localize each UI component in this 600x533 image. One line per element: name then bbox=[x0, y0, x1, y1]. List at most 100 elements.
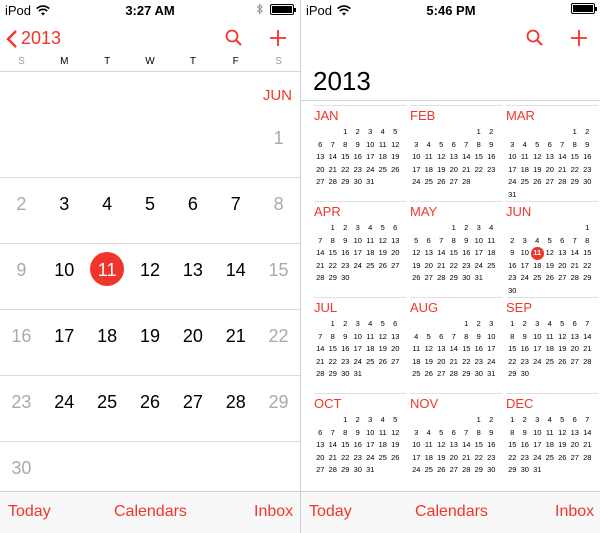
mini-day: 31 bbox=[366, 177, 375, 186]
mini-day: 8 bbox=[343, 427, 348, 437]
mini-month-name: APR bbox=[314, 204, 341, 219]
mini-month[interactable]: APR 1 2 3 4 5 6 7 8 9 10 11 12 13 14 15 16 17 18 19 20 21 22 23… bbox=[314, 201, 408, 285]
mini-month[interactable]: JAN 1 2 3 4 5 6 7 8 9 10 11 12 13 14 15 16 17 18 19 20 21 22 23… bbox=[314, 105, 408, 189]
mini-month[interactable]: MAY 1 2 3 4 5 6 7 8 9 10 11 12 13 14 15 16 17 18 19 20 21 22 23… bbox=[410, 201, 504, 285]
day-cell[interactable]: 25 bbox=[86, 392, 129, 413]
day-cell[interactable]: 27 bbox=[171, 392, 214, 413]
mini-day: 27 bbox=[570, 452, 579, 462]
day-cell[interactable]: 16 bbox=[0, 326, 43, 347]
mini-day: 6 bbox=[439, 331, 444, 341]
day-cell[interactable]: 8 bbox=[257, 194, 300, 215]
mini-month[interactable]: DEC 1 2 3 4 5 6 7 8 9 10 11 12 13 14 15 16 17 18 19 20 21 22 23… bbox=[506, 393, 600, 477]
search-icon[interactable] bbox=[224, 28, 244, 48]
mini-day: 26 bbox=[558, 452, 567, 462]
inbox-button[interactable]: Inbox bbox=[555, 503, 594, 521]
mini-day: 19 bbox=[391, 152, 400, 161]
search-icon[interactable] bbox=[525, 28, 545, 48]
mini-day: 9 bbox=[343, 331, 348, 341]
mini-day: 29 bbox=[474, 465, 483, 474]
day-cell[interactable]: 17 bbox=[43, 326, 86, 347]
mini-month[interactable]: OCT 1 2 3 4 5 6 7 8 9 10 11 12 13 14 15 16 17 18 19 20 21 22 23… bbox=[314, 393, 408, 477]
mini-day: 29 bbox=[508, 369, 517, 378]
day-cell[interactable]: 15 bbox=[257, 260, 300, 281]
mini-month-days: 1 2 3 4 5 6 7 8 9 10 11 12 13 14 15 16 17 18 19 20 21 22 23 24 2… bbox=[506, 222, 600, 297]
plus-icon[interactable] bbox=[268, 28, 288, 48]
day-cell[interactable]: 28 bbox=[214, 392, 257, 413]
mini-day: 7 bbox=[585, 415, 590, 424]
mini-day: 8 bbox=[330, 331, 335, 341]
day-cell[interactable]: 30 bbox=[0, 458, 43, 479]
day-cell[interactable]: 5 bbox=[129, 194, 172, 215]
mini-day: 9 bbox=[355, 139, 360, 149]
mini-day: 28 bbox=[437, 273, 446, 282]
mini-day: 20 bbox=[316, 452, 325, 462]
mini-month[interactable]: JUN 1 2 3 4 5 6 7 8 9 10 11 12 13 14 15 16 17 18 19 20 21 22 23… bbox=[506, 201, 600, 297]
inbox-button[interactable]: Inbox bbox=[254, 503, 293, 521]
day-cell[interactable]: 7 bbox=[214, 194, 257, 215]
day-cell[interactable]: 29 bbox=[257, 392, 300, 413]
mini-day: 23 bbox=[520, 452, 529, 462]
mini-month[interactable]: MAR 1 2 3 4 5 6 7 8 9 10 11 12 13 14 15 16 17 18 19 20 21 22 23… bbox=[506, 105, 600, 201]
day-cell[interactable]: 24 bbox=[43, 392, 86, 413]
empty-cell bbox=[448, 414, 461, 427]
mini-month[interactable]: FEB 1 2 3 4 5 6 7 8 9 10 11 12 13 14 15 16 17 18 19 20 21 22 23… bbox=[410, 105, 504, 189]
day-cell[interactable]: 18 bbox=[86, 326, 129, 347]
day-cell[interactable]: 22 bbox=[257, 326, 300, 347]
mini-day: 25 bbox=[545, 356, 554, 366]
mini-day: 6 bbox=[572, 319, 577, 328]
day-cell[interactable]: 23 bbox=[0, 392, 43, 413]
mini-day: 9 bbox=[522, 331, 527, 341]
today-button[interactable]: Today bbox=[309, 503, 352, 521]
day-cell[interactable]: 1 bbox=[257, 128, 300, 149]
mini-day: 30 bbox=[474, 369, 483, 378]
day-cell[interactable]: 26 bbox=[129, 392, 172, 413]
mini-day: 13 bbox=[424, 248, 433, 257]
mini-day: 25 bbox=[366, 260, 375, 270]
status-time: 5:46 PM bbox=[426, 3, 476, 18]
month-divider bbox=[506, 105, 598, 106]
mini-day: 7 bbox=[464, 427, 469, 437]
mini-month[interactable]: SEP 1 2 3 4 5 6 7 8 9 10 11 12 13 14 15 16 17 18 19 20 21 22 23… bbox=[506, 297, 600, 381]
mini-month[interactable]: NOV 1 2 3 4 5 6 7 8 9 10 11 12 13 14 15 16 17 18 19 20 21 22 23… bbox=[410, 393, 504, 477]
day-cell[interactable]: 20 bbox=[171, 326, 214, 347]
day-cell[interactable]: 4 bbox=[86, 194, 129, 215]
mini-day: 6 bbox=[318, 139, 323, 149]
day-cell[interactable]: 14 bbox=[214, 260, 257, 281]
mini-month[interactable]: JUL 1 2 3 4 5 6 7 8 9 10 11 12 13 14 15 16 17 18 19 20 21 22 23… bbox=[314, 297, 408, 381]
mini-day: 30 bbox=[487, 465, 496, 474]
day-cell[interactable]: 10 bbox=[43, 260, 86, 281]
mini-day: 6 bbox=[451, 139, 456, 149]
mini-day: 3 bbox=[368, 127, 373, 136]
mini-month[interactable]: AUG 1 2 3 4 5 6 7 8 9 10 11 12 13 14 15 16 17 18 19 20 21 22 23… bbox=[410, 297, 504, 381]
mini-day: 17 bbox=[366, 440, 375, 449]
mini-day: 10 bbox=[533, 331, 542, 341]
back-to-year-button[interactable]: 2013 bbox=[6, 28, 61, 49]
day-cell-today[interactable]: 11 bbox=[86, 260, 129, 281]
day-cell[interactable]: 2 bbox=[0, 194, 43, 215]
calendars-button[interactable]: Calendars bbox=[415, 503, 488, 521]
day-cell[interactable]: 6 bbox=[171, 194, 214, 215]
mini-day: 22 bbox=[449, 260, 458, 270]
day-cell[interactable]: 13 bbox=[171, 260, 214, 281]
today-button[interactable]: Today bbox=[8, 503, 51, 521]
mini-day: 20 bbox=[558, 260, 567, 270]
mini-day: 22 bbox=[341, 452, 350, 462]
mini-day: 12 bbox=[533, 152, 542, 161]
mini-day: 23 bbox=[487, 164, 496, 174]
day-cell[interactable]: 19 bbox=[129, 326, 172, 347]
day-cell[interactable]: 12 bbox=[129, 260, 172, 281]
mini-day: 1 bbox=[343, 415, 348, 424]
weekday-label: S bbox=[275, 56, 282, 67]
calendars-button[interactable]: Calendars bbox=[114, 503, 187, 521]
day-cell[interactable]: 9 bbox=[0, 260, 43, 281]
mini-day: 4 bbox=[426, 139, 431, 149]
plus-icon[interactable] bbox=[569, 28, 589, 48]
empty-cell bbox=[410, 318, 423, 331]
mini-month-days: 1 2 3 4 5 6 7 8 9 10 11 12 13 14 15 16 17 18 19 20 21 22 23 24 2… bbox=[506, 318, 600, 381]
mini-day: 14 bbox=[316, 248, 325, 257]
mini-day: 30 bbox=[341, 273, 350, 282]
day-cell[interactable]: 21 bbox=[214, 326, 257, 347]
year-view-screen: iPod 5:46 PM 2013 JAN 1 2 3 4 5 6 7 8 9 10 11 12 13 14… bbox=[300, 0, 600, 533]
mini-day: 24 bbox=[353, 260, 362, 270]
day-cell[interactable]: 3 bbox=[43, 194, 86, 215]
